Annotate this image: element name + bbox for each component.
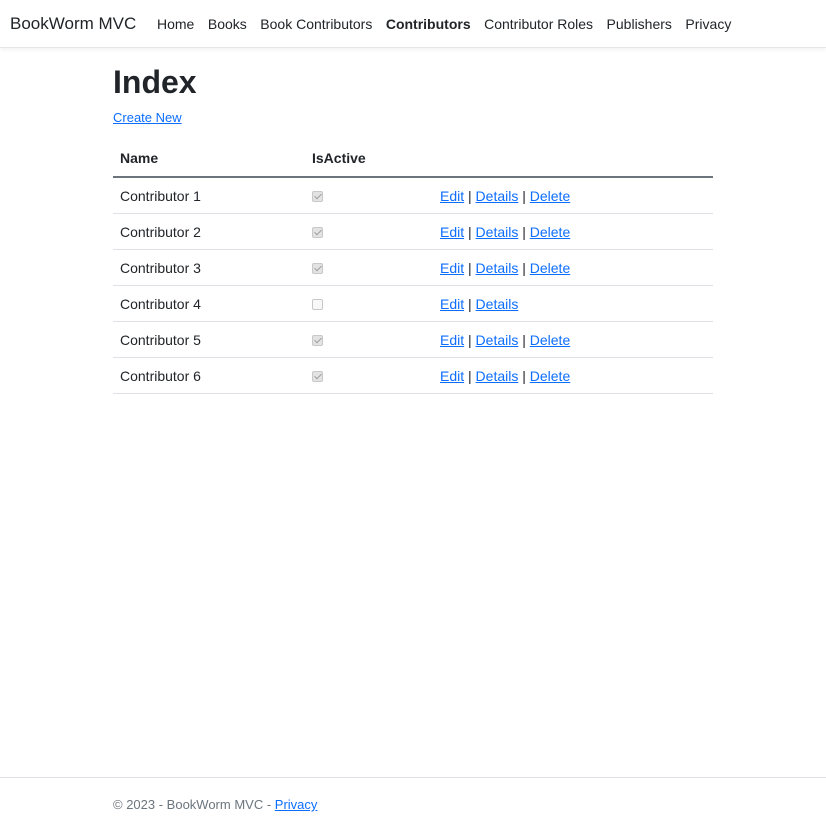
row-actions-cell: Edit | Details | Delete <box>433 321 713 358</box>
row-active-cell <box>305 249 433 286</box>
nav-link-contributors[interactable]: Contributors <box>386 16 471 32</box>
row-name-cell: Contributor 6 <box>113 357 305 394</box>
action-separator: | <box>468 223 472 240</box>
footer-privacy-link[interactable]: Privacy <box>275 797 318 812</box>
details-link[interactable]: Details <box>476 260 519 276</box>
table-header-row: Name IsActive <box>113 141 713 178</box>
main-content: Index Create New Name IsActive Contribut… <box>113 60 713 394</box>
delete-link[interactable]: Delete <box>530 188 570 204</box>
page-footer: © 2023 - BookWorm MVC - Privacy <box>0 777 826 830</box>
nav-links: Home Books Book Contributors Contributor… <box>157 16 745 32</box>
action-separator: | <box>468 331 472 348</box>
table-row: Contributor 6 Edit | Details | Delete <box>113 357 713 394</box>
action-separator: | <box>522 331 526 348</box>
details-link[interactable]: Details <box>476 296 519 312</box>
table-row: Contributor 3 Edit | Details | Delete <box>113 249 713 286</box>
footer-text: © 2023 - BookWorm MVC - Privacy <box>113 797 317 812</box>
edit-link[interactable]: Edit <box>440 224 464 240</box>
isactive-checkbox <box>312 227 323 239</box>
nav-link-contributor-roles[interactable]: Contributor Roles <box>484 16 593 32</box>
row-actions-cell: Edit | Details <box>433 285 713 322</box>
edit-link[interactable]: Edit <box>440 260 464 276</box>
action-separator: | <box>468 187 472 204</box>
details-link[interactable]: Details <box>476 368 519 384</box>
action-separator: | <box>468 259 472 276</box>
table-row: Contributor 2 Edit | Details | Delete <box>113 213 713 250</box>
delete-link[interactable]: Delete <box>530 332 570 348</box>
table-row: Contributor 5 Edit | Details | Delete <box>113 321 713 358</box>
edit-link[interactable]: Edit <box>440 332 464 348</box>
nav-link-books[interactable]: Books <box>208 16 247 32</box>
row-name-cell: Contributor 1 <box>113 177 305 214</box>
nav-link-book-contributors[interactable]: Book Contributors <box>260 16 372 32</box>
nav-link-privacy[interactable]: Privacy <box>685 16 731 32</box>
row-actions-cell: Edit | Details | Delete <box>433 357 713 394</box>
brand-link[interactable]: BookWorm MVC <box>10 14 136 34</box>
row-active-cell <box>305 321 433 358</box>
top-navbar: BookWorm MVC Home Books Book Contributor… <box>0 0 826 48</box>
create-new-link[interactable]: Create New <box>113 110 182 125</box>
edit-link[interactable]: Edit <box>440 296 464 312</box>
row-name-cell: Contributor 4 <box>113 285 305 322</box>
column-header-name: Name <box>113 141 305 178</box>
action-separator: | <box>468 295 472 312</box>
action-separator: | <box>522 187 526 204</box>
delete-link[interactable]: Delete <box>530 368 570 384</box>
isactive-checkbox <box>312 335 323 347</box>
delete-link[interactable]: Delete <box>530 224 570 240</box>
contributors-table: Name IsActive Contributor 1 Edit | Detai… <box>113 141 713 394</box>
row-active-cell <box>305 285 433 322</box>
footer-copyright: © 2023 - BookWorm MVC - <box>113 797 275 812</box>
row-actions-cell: Edit | Details | Delete <box>433 213 713 250</box>
isactive-checkbox <box>312 191 323 203</box>
row-name-cell: Contributor 5 <box>113 321 305 358</box>
isactive-checkbox <box>312 371 323 383</box>
table-row: Contributor 4 Edit | Details <box>113 285 713 322</box>
isactive-checkbox <box>312 299 323 311</box>
row-actions-cell: Edit | Details | Delete <box>433 177 713 214</box>
column-header-actions <box>433 141 713 178</box>
edit-link[interactable]: Edit <box>440 188 464 204</box>
action-separator: | <box>522 259 526 276</box>
delete-link[interactable]: Delete <box>530 260 570 276</box>
details-link[interactable]: Details <box>476 224 519 240</box>
table-row: Contributor 1 Edit | Details | Delete <box>113 177 713 214</box>
row-active-cell <box>305 213 433 250</box>
row-name-cell: Contributor 3 <box>113 249 305 286</box>
isactive-checkbox <box>312 263 323 275</box>
action-separator: | <box>522 223 526 240</box>
row-actions-cell: Edit | Details | Delete <box>433 249 713 286</box>
nav-link-home[interactable]: Home <box>157 16 194 32</box>
row-name-cell: Contributor 2 <box>113 213 305 250</box>
action-separator: | <box>468 367 472 384</box>
row-active-cell <box>305 177 433 214</box>
details-link[interactable]: Details <box>476 332 519 348</box>
row-active-cell <box>305 357 433 394</box>
edit-link[interactable]: Edit <box>440 368 464 384</box>
column-header-isactive: IsActive <box>305 141 433 178</box>
nav-link-publishers[interactable]: Publishers <box>607 16 672 32</box>
page-title: Index <box>113 64 197 100</box>
details-link[interactable]: Details <box>476 188 519 204</box>
action-separator: | <box>522 367 526 384</box>
